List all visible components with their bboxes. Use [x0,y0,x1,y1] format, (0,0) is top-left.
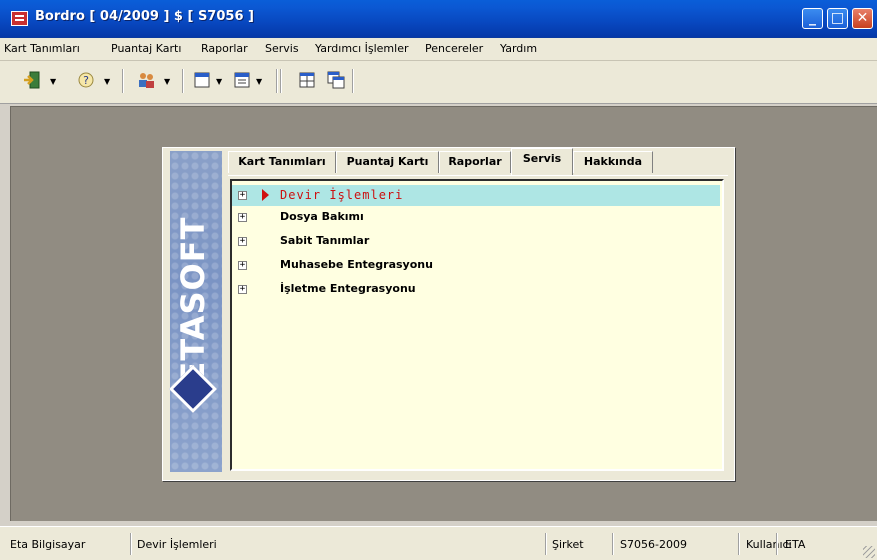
expand-icon[interactable]: + [238,285,247,294]
menu-bar: Kart Tanımları Puantaj Kartı Raporlar Se… [0,38,877,61]
maximize-button[interactable]: □ [827,8,848,29]
window-dropdown-icon[interactable]: ▼ [216,77,222,86]
selection-arrow-icon [262,189,269,201]
grid-icon[interactable] [297,70,317,90]
help-icon[interactable]: ? [76,70,96,90]
menu-servis[interactable]: Servis [265,42,299,55]
app-icon[interactable] [11,11,28,26]
status-company: Eta Bilgisayar [10,538,86,551]
window-icon[interactable] [192,70,212,90]
expand-icon[interactable]: + [238,261,247,270]
window-list-icon[interactable] [232,70,252,90]
tab-kart-tanimlari[interactable]: Kart Tanımları [228,151,336,173]
tab-hakkinda[interactable]: Hakkında [573,151,653,173]
window-title: Bordro [ 04/2009 ] $ [ S7056 ] [35,9,254,24]
menu-pencereler[interactable]: Pencereler [425,42,483,55]
status-bar: Eta Bilgisayar Devir İşlemleri Şirket S7… [0,526,877,560]
status-sirket-label: Şirket [552,538,584,551]
tree-item-devir-islemleri[interactable]: + Devir İşlemleri [232,185,720,206]
tab-puantaj-karti[interactable]: Puantaj Kartı [336,151,439,173]
expand-icon[interactable]: + [238,213,247,222]
svg-text:?: ? [83,74,89,87]
tree-item-label: Muhasebe Entegrasyonu [280,258,433,271]
tree-item-label: Devir İşlemleri [280,188,404,202]
tree-item-isletme-entegrasyonu[interactable]: + İşletme Entegrasyonu [232,279,720,300]
exit-icon[interactable] [22,70,42,90]
users-dropdown-icon[interactable]: ▼ [164,77,170,86]
menu-raporlar[interactable]: Raporlar [201,42,248,55]
menu-kart-tanimlari[interactable]: Kart Tanımları [4,42,80,55]
minimize-button[interactable]: _ [802,8,823,29]
menu-yardimci-islemler[interactable]: Yardımcı İşlemler [315,42,409,55]
close-button[interactable]: ✕ [852,8,873,29]
cascade-icon[interactable] [326,70,346,90]
menu-yardim[interactable]: Yardım [500,42,537,55]
tree-item-sabit-tanimlar[interactable]: + Sabit Tanımlar [232,231,720,252]
status-operation: Devir İşlemleri [137,538,217,551]
users-icon[interactable] [136,70,156,90]
toolbar: ▼ ? ▼ ▼ ▼ ▼ [0,61,877,104]
expand-icon[interactable]: + [238,191,247,200]
exit-dropdown-icon[interactable]: ▼ [50,77,56,86]
title-bar: Bordro [ 04/2009 ] $ [ S7056 ] _ □ ✕ [0,0,877,38]
expand-icon[interactable]: + [238,237,247,246]
window-list-dropdown-icon[interactable]: ▼ [256,77,262,86]
service-tree: + Devir İşlemleri + Dosya Bakımı + Sabit… [230,179,724,471]
help-dropdown-icon[interactable]: ▼ [104,77,110,86]
tree-item-label: Sabit Tanımlar [280,234,370,247]
resize-grip[interactable] [863,546,875,558]
tree-item-dosya-bakimi[interactable]: + Dosya Bakımı [232,207,720,228]
tree-item-muhasebe-entegrasyonu[interactable]: + Muhasebe Entegrasyonu [232,255,720,276]
tab-servis[interactable]: Servis [511,148,573,175]
status-sirket-value: S7056-2009 [620,538,687,551]
tab-raporlar[interactable]: Raporlar [439,151,511,173]
menu-puantaj-karti[interactable]: Puantaj Kartı [111,42,181,55]
tree-item-label: İşletme Entegrasyonu [280,282,416,295]
tree-item-label: Dosya Bakımı [280,210,364,223]
etasoft-logo-banner: ETASOFT [170,151,222,472]
status-kullanici-value: ETA [785,538,806,551]
